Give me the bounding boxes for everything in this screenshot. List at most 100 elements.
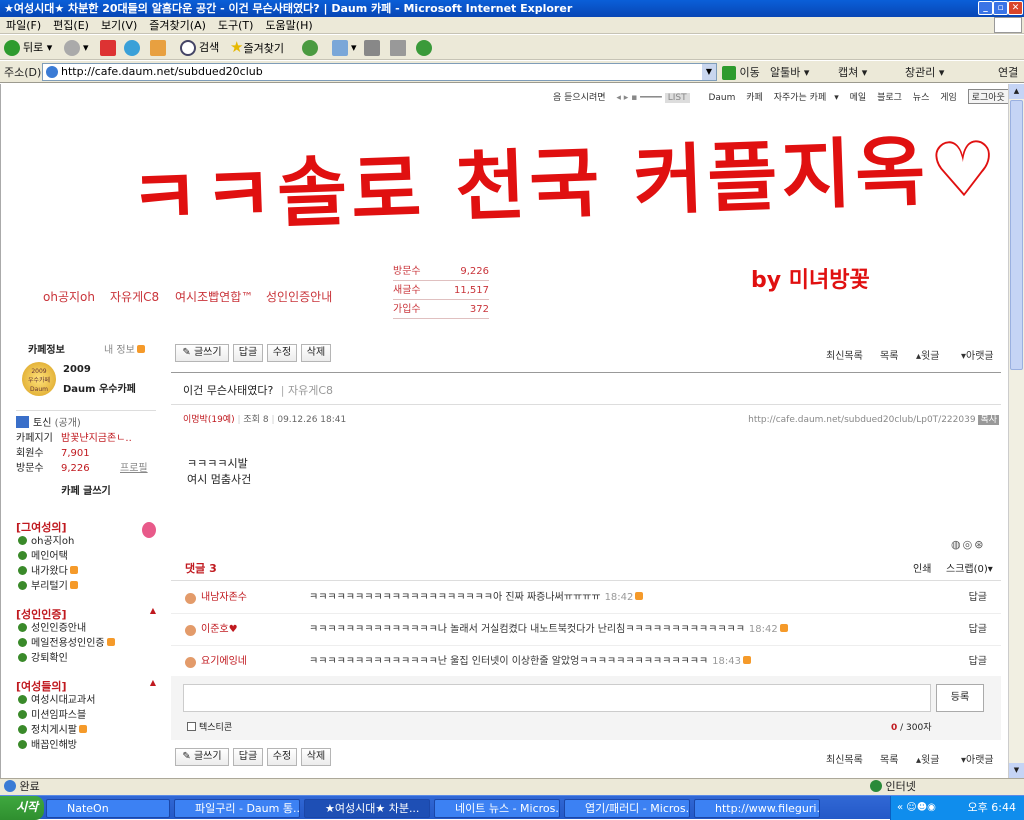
messenger-button[interactable]	[416, 38, 435, 57]
list-link[interactable]: 목록	[880, 751, 898, 766]
write-button[interactable]: ✎ 글쓰기	[175, 344, 229, 362]
list-link[interactable]: 목록	[880, 347, 898, 362]
sidebar-item-politics[interactable]: 정치게시팔	[16, 723, 156, 738]
task-cafe-active[interactable]: ★여성시대★ 차분...	[304, 799, 430, 818]
window-title-bar[interactable]: ★여성시대★ 차분한 20대들의 알흠다운 공간 - 이건 무슨사태였다? | …	[0, 0, 1024, 17]
task-humor[interactable]: 엽기/패러디 - Micros...	[564, 799, 690, 818]
go-button[interactable]: 이동	[722, 64, 760, 80]
menu-help[interactable]: 도움말(H)	[259, 17, 318, 34]
emoticon-checkbox[interactable]	[187, 722, 196, 731]
next-post-link[interactable]: ▾아랫글	[961, 347, 994, 362]
close-button[interactable]: ✕	[1008, 1, 1023, 15]
tab-cafe-info[interactable]: 카페정보	[28, 341, 65, 356]
search-button[interactable]: 검색	[180, 38, 219, 57]
collapse-icon[interactable]: ▲	[150, 606, 156, 615]
category-adult-verify[interactable]: 성인인증안내	[266, 288, 332, 305]
sidebar-item-adult-guide[interactable]: 성인인증안내	[16, 621, 156, 636]
window-manager-button[interactable]: 창관리 ▾	[905, 64, 944, 80]
nav-mail[interactable]: 메일	[850, 93, 867, 103]
logout-button[interactable]: 로그아웃	[967, 89, 1008, 104]
address-input[interactable]: http://cafe.daum.net/subdued20club ▼	[42, 63, 717, 81]
delete-post-button[interactable]: 삭제	[301, 748, 331, 766]
sidebar-group-title[interactable]: [여성들의] ▲	[16, 678, 156, 693]
history-button[interactable]	[302, 38, 321, 57]
nav-daum[interactable]: Daum	[708, 93, 735, 103]
sidebar-group-title[interactable]: [성인인증] ▲	[16, 606, 156, 621]
sidebar-item-shake[interactable]: 부리털기	[16, 579, 156, 594]
manager-link[interactable]: 밤꽃냔지금존ㄴ..	[61, 433, 132, 444]
sidebar-group-title[interactable]: [그여성의]	[16, 519, 156, 534]
scrap-link[interactable]: 스크랩(0)▾	[946, 560, 993, 575]
refresh-button[interactable]	[124, 38, 143, 57]
menu-favorites[interactable]: 즐겨찾기(A)	[143, 17, 212, 34]
comment-submit-button[interactable]: 등록	[936, 684, 984, 712]
task-nate-news[interactable]: 네이트 뉴스 - Micros...	[434, 799, 560, 818]
nav-frequent-cafe[interactable]: 자주가는 카페 ▾	[774, 93, 839, 103]
delete-post-button[interactable]: 삭제	[301, 344, 331, 362]
maximize-button[interactable]: ▫	[993, 1, 1008, 15]
tray-icons[interactable]: « ☺☻◉	[897, 796, 936, 819]
comment-input[interactable]	[183, 684, 931, 712]
nav-cafe[interactable]: 카페	[746, 93, 763, 103]
category-free-board[interactable]: 자유게C8	[110, 288, 159, 305]
comment-reply-link[interactable]: 답글	[969, 620, 987, 640]
font-size-icons[interactable]: ◍◎⊛	[951, 538, 985, 551]
sidebar-item-navel[interactable]: 배꼽인해방	[16, 738, 156, 753]
task-fileguri[interactable]: 파일구리 - Daum 통...	[174, 799, 300, 818]
next-post-link[interactable]: ▾아랫글	[961, 751, 994, 766]
nav-news[interactable]: 뉴스	[913, 93, 930, 103]
sidebar-item-textbook[interactable]: 여성시대교과서	[16, 693, 156, 708]
favorites-button[interactable]: ★즐겨찾기	[230, 38, 284, 57]
comment-reply-link[interactable]: 답글	[969, 588, 987, 608]
post-author[interactable]: 이멍박(19예)	[183, 415, 235, 425]
profile-link[interactable]: 프로필	[120, 461, 148, 476]
task-fileguri-web[interactable]: http://www.fileguri.c...	[694, 799, 820, 818]
sidebar-item-i-came[interactable]: 내가왔다	[16, 564, 156, 579]
tab-my-info[interactable]: 내 정보	[104, 341, 145, 356]
scroll-thumb[interactable]	[1010, 100, 1023, 370]
comment-author[interactable]: 내남자존수	[185, 588, 247, 608]
sidebar-item-mission[interactable]: 미션임파스블	[16, 708, 156, 723]
menu-view[interactable]: 보기(V)	[95, 17, 143, 34]
comment-reply-link[interactable]: 답글	[969, 652, 987, 672]
category-union[interactable]: 여시조빱연합™	[175, 288, 253, 305]
comment-author[interactable]: 이준호♥	[185, 620, 238, 640]
links-button[interactable]: 연결	[998, 64, 1018, 80]
task-nateon[interactable]: NateOn	[46, 799, 170, 818]
reply-post-button[interactable]: 답글	[233, 344, 263, 362]
sidebar-item-ban-check[interactable]: 강퇴확인	[16, 651, 156, 666]
menu-tools[interactable]: 도구(T)	[212, 17, 260, 34]
menu-file[interactable]: 파일(F)	[0, 17, 47, 34]
capture-button[interactable]: 캡쳐 ▾	[838, 64, 867, 80]
menu-edit[interactable]: 편집(E)	[47, 17, 95, 34]
reply-post-button[interactable]: 답글	[233, 748, 263, 766]
print-link[interactable]: 인쇄	[913, 560, 931, 575]
collapse-icon[interactable]: ▲	[150, 678, 156, 687]
comment-author[interactable]: 요기에잉네	[185, 652, 247, 672]
minimize-button[interactable]: _	[978, 1, 993, 15]
latest-list-link[interactable]: 최신목록	[826, 751, 863, 766]
scroll-up-icon[interactable]: ▲	[1009, 84, 1024, 99]
cafe-write-button[interactable]: 카페 글쓰기	[16, 484, 156, 499]
altoolbar-button[interactable]: 알툴바 ▾	[770, 64, 809, 80]
home-button[interactable]	[150, 38, 169, 57]
copy-link-button[interactable]: 복사	[978, 415, 999, 425]
post-board[interactable]: 자유게C8	[288, 384, 333, 397]
sidebar-item-mail-verify[interactable]: 메일전용성인인증	[16, 636, 156, 651]
edit-post-button[interactable]: 수정	[267, 344, 297, 362]
nav-blog[interactable]: 블로그	[877, 93, 902, 103]
stop-button[interactable]	[100, 38, 119, 57]
nav-game[interactable]: 게임	[940, 93, 957, 103]
sidebar-item-main-attack[interactable]: 메인어택	[16, 549, 156, 564]
scroll-down-icon[interactable]: ▼	[1009, 763, 1024, 778]
print-button[interactable]	[364, 38, 383, 57]
emoticon-toggle[interactable]: 텍스티콘	[187, 720, 232, 733]
prev-post-link[interactable]: ▴윗글	[916, 751, 939, 766]
address-dropdown-icon[interactable]: ▼	[702, 64, 716, 80]
edit-post-button[interactable]: 수정	[267, 748, 297, 766]
sidebar-item-notice[interactable]: oh공지oh	[16, 534, 156, 549]
vertical-scrollbar[interactable]: ▲ ▼	[1008, 84, 1024, 778]
category-notice[interactable]: oh공지oh	[43, 288, 95, 305]
mail-button[interactable]: ▾	[332, 38, 357, 57]
back-button[interactable]: 뒤로 ▾	[4, 38, 52, 57]
